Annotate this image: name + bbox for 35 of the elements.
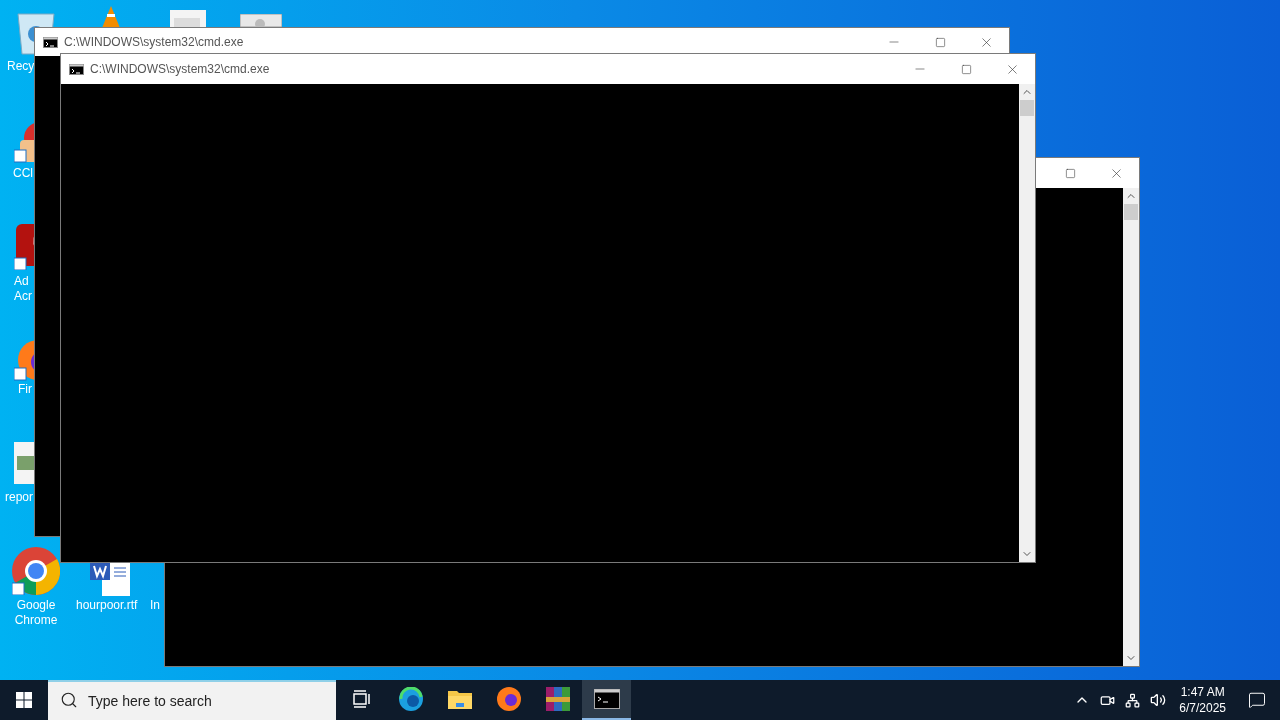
edge-browser-icon <box>398 687 423 711</box>
search-field[interactable]: Type here to search <box>48 680 336 720</box>
terminal-icon <box>593 689 620 709</box>
maximize-icon <box>934 36 946 48</box>
settings-window-icon <box>240 14 282 27</box>
maximize-icon <box>960 63 972 75</box>
console-icon <box>69 63 84 75</box>
browser-fox-icon <box>496 687 521 711</box>
archive-books-icon <box>545 687 570 711</box>
windows-logo-icon <box>16 692 32 708</box>
console-icon <box>43 36 58 48</box>
window-title: C:\WINDOWS\system32\cmd.exe <box>64 34 244 51</box>
scrollbar-thumb[interactable] <box>1020 100 1034 116</box>
taskbar-app-button[interactable] <box>582 680 631 720</box>
notifications-icon <box>1248 691 1266 709</box>
desktop-icon-label[interactable]: Google Chrome <box>2 598 70 628</box>
speaker-icon[interactable] <box>1150 692 1167 708</box>
desktop-icon-label[interactable]: CCl <box>13 166 34 181</box>
task-view-icon <box>351 690 372 708</box>
network-icon[interactable] <box>1125 692 1141 708</box>
folder-icon <box>447 689 472 709</box>
clock[interactable]: 1:47 AM 6/7/2025 <box>1171 684 1234 716</box>
desktop-icon-label[interactable]: Fir <box>18 382 34 397</box>
desktop-icon-label[interactable]: hourpoor.rtf <box>76 598 148 613</box>
window-title: C:\WINDOWS\system32\cmd.exe <box>90 61 270 78</box>
desktop-icon-label[interactable]: In <box>150 598 163 613</box>
desktop-icon-label[interactable]: Recy <box>7 59 34 74</box>
scrollbar-thumb[interactable] <box>1124 204 1138 220</box>
scrollbar[interactable] <box>1123 188 1139 666</box>
desktop-icon-label[interactable]: repor <box>5 490 34 505</box>
search-icon <box>60 691 78 709</box>
maximize-icon <box>1064 167 1076 179</box>
scrollbar[interactable] <box>1019 84 1035 562</box>
desktop-icon-label[interactable]: Ad Acr <box>14 274 34 304</box>
chrome-logo-icon <box>12 547 60 595</box>
